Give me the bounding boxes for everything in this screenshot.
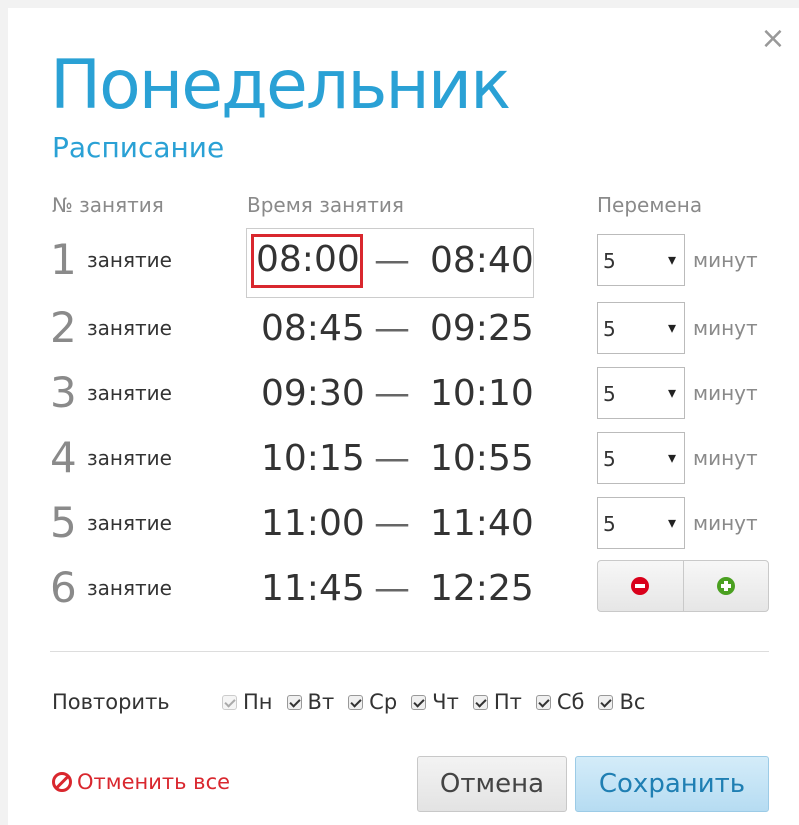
column-header-lesson-time: Время занятия: [247, 193, 404, 217]
end-time-input[interactable]: 12:25: [430, 567, 534, 611]
checkbox: [222, 694, 237, 710]
cancel-all-label: Отменить все: [77, 770, 231, 794]
lesson-row: 3 занятие 09:30 — 10:10 5 ▾ минут: [0, 363, 799, 423]
chevron-down-icon: ▾: [667, 383, 676, 402]
column-header-lesson-number: № занятия: [52, 193, 164, 217]
break-select[interactable]: 5 ▾: [597, 432, 685, 484]
lesson-number: 2: [50, 303, 77, 352]
break-select[interactable]: 5 ▾: [597, 234, 685, 286]
day-checkbox-sun[interactable]: Вс: [598, 688, 645, 716]
checkbox: [286, 694, 302, 710]
end-time-input[interactable]: 10:10: [430, 372, 534, 416]
time-dash: —: [374, 240, 410, 281]
break-select-value: 5: [603, 249, 616, 273]
lesson-number: 3: [50, 368, 77, 417]
lesson-number: 4: [50, 433, 77, 482]
start-time-input[interactable]: 08:00: [251, 234, 363, 288]
day-checkbox-tue[interactable]: Вт: [286, 688, 335, 716]
start-time-input[interactable]: 09:30: [258, 372, 368, 416]
cancel-all-link[interactable]: Отменить все: [52, 768, 230, 796]
day-label: Вс: [619, 690, 646, 714]
save-button[interactable]: Сохранить: [575, 756, 769, 812]
break-select-value: 5: [603, 382, 616, 406]
day-checkbox-thu[interactable]: Чт: [411, 688, 459, 716]
break-select[interactable]: 5 ▾: [597, 367, 685, 419]
time-dash: —: [374, 373, 410, 414]
break-unit: минут: [693, 316, 758, 340]
lesson-number: 6: [50, 563, 77, 612]
break-select-value: 5: [603, 447, 616, 471]
chevron-down-icon: ▾: [667, 448, 676, 467]
lesson-add-remove-group: [597, 560, 769, 612]
end-time-input[interactable]: 08:40: [430, 239, 534, 283]
time-dash: —: [374, 308, 410, 349]
lesson-row: 2 занятие 08:45 — 09:25 5 ▾ минут: [0, 298, 799, 358]
lesson-row: 4 занятие 10:15 — 10:55 5 ▾ минут: [0, 428, 799, 488]
break-select[interactable]: 5 ▾: [597, 302, 685, 354]
break-unit: минут: [693, 381, 758, 405]
dialog-title: Понедельник: [50, 46, 511, 125]
lesson-row: 1 занятие 08:00 — 08:40 5 ▾ минут: [0, 228, 799, 298]
ban-icon: [52, 772, 72, 792]
lesson-row: 6 занятие 11:45 — 12:25: [0, 558, 799, 618]
lesson-word: занятие: [87, 248, 172, 272]
day-label: Пт: [493, 690, 522, 714]
break-select[interactable]: 5 ▾: [597, 497, 685, 549]
time-dash: —: [374, 568, 410, 609]
end-time-input[interactable]: 10:55: [430, 437, 534, 481]
lesson-word: занятие: [87, 576, 172, 600]
close-icon[interactable]: ×: [758, 24, 788, 54]
lesson-number: 5: [50, 498, 77, 547]
plus-circle-icon: [716, 577, 735, 595]
time-dash: —: [374, 503, 410, 544]
day-label: Ср: [369, 690, 398, 714]
lesson-row: 5 занятие 11:00 — 11:40 5 ▾ минут: [0, 493, 799, 553]
cancel-button[interactable]: Отмена: [417, 756, 567, 812]
chevron-down-icon: ▾: [667, 513, 676, 532]
checkbox: [535, 694, 551, 710]
break-select-value: 5: [603, 317, 616, 341]
day-checkbox-sat[interactable]: Сб: [535, 688, 585, 716]
checkbox: [598, 694, 614, 710]
checkbox: [411, 694, 427, 710]
time-dash: —: [374, 438, 410, 479]
break-unit: минут: [693, 446, 758, 470]
start-time-input[interactable]: 08:45: [258, 307, 368, 351]
dialog-subtitle: Расписание: [52, 131, 225, 164]
day-label: Пн: [243, 690, 273, 714]
day-label: Сб: [556, 690, 585, 714]
checkbox: [348, 694, 364, 710]
day-checkbox-wed[interactable]: Ср: [348, 688, 397, 716]
day-checkbox-mon[interactable]: Пн: [222, 688, 273, 716]
break-select-value: 5: [603, 512, 616, 536]
break-unit: минут: [693, 511, 758, 535]
lesson-number: 1: [50, 235, 77, 284]
chevron-down-icon: ▾: [667, 250, 676, 269]
day-label: Вт: [307, 690, 335, 714]
repeat-days: Пн Вт Ср Чт Пт Сб Вс: [222, 688, 659, 716]
break-unit: минут: [693, 248, 758, 272]
lesson-word: занятие: [87, 381, 172, 405]
lesson-word: занятие: [87, 316, 172, 340]
add-lesson-button[interactable]: [682, 561, 769, 611]
end-time-input[interactable]: 09:25: [430, 307, 534, 351]
day-checkbox-fri[interactable]: Пт: [472, 688, 522, 716]
start-time-input[interactable]: 11:00: [258, 502, 368, 546]
checkbox: [472, 694, 488, 710]
column-header-break: Перемена: [597, 193, 703, 217]
start-time-input[interactable]: 10:15: [258, 437, 368, 481]
chevron-down-icon: ▾: [667, 318, 676, 337]
start-time-input[interactable]: 11:45: [258, 567, 368, 611]
repeat-label: Повторить: [52, 690, 170, 714]
end-time-input[interactable]: 11:40: [430, 502, 534, 546]
minus-circle-icon: [631, 577, 650, 595]
lesson-word: занятие: [87, 446, 172, 470]
lesson-word: занятие: [87, 511, 172, 535]
remove-lesson-button[interactable]: [598, 561, 683, 611]
day-label: Чт: [432, 690, 459, 714]
divider: [50, 651, 769, 652]
